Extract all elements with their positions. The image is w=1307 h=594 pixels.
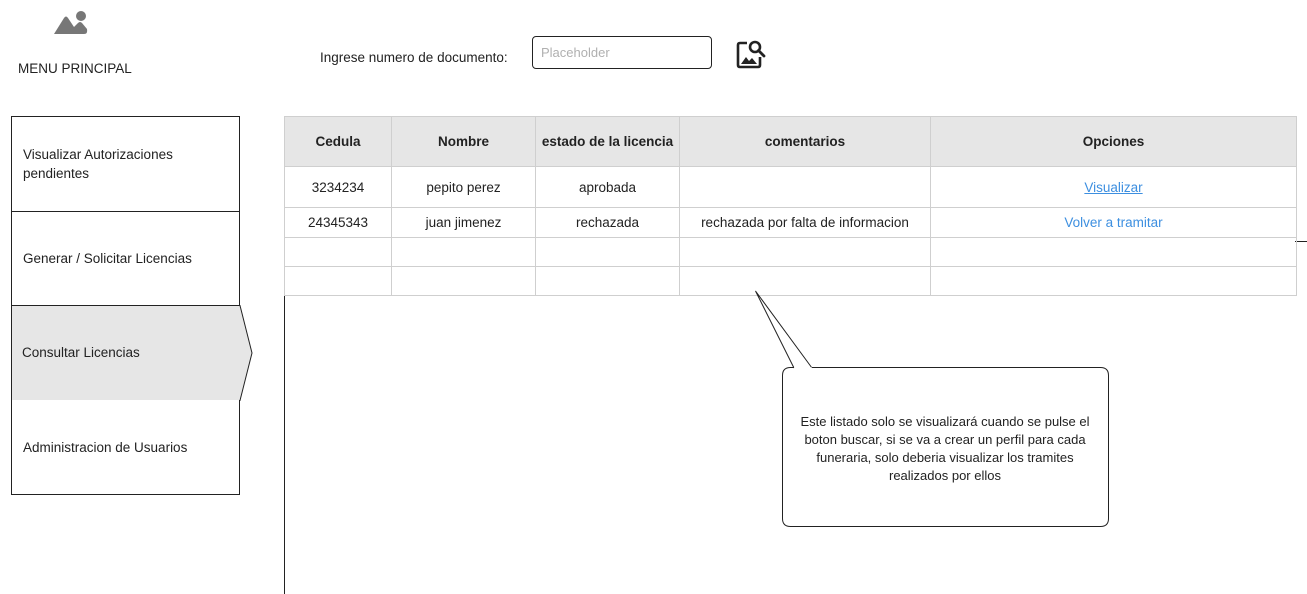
sidebar-item-label: Administracion de Usuarios bbox=[23, 439, 188, 455]
empty-cell bbox=[391, 266, 536, 296]
cell-cedula: 24345343 bbox=[284, 207, 392, 238]
sidebar-item-label: Generar / Solicitar Licencias bbox=[23, 251, 192, 266]
visualizar-link[interactable]: Visualizar bbox=[1084, 180, 1142, 195]
sidebar-item-consultar-licencias[interactable]: Consultar Licencias bbox=[11, 305, 240, 400]
empty-cell bbox=[535, 237, 680, 267]
callout-text: Este listado solo se visualizará cuando … bbox=[800, 414, 1090, 483]
cell-opciones: Visualizar bbox=[930, 166, 1297, 208]
cell-estado: rechazada bbox=[535, 207, 680, 238]
callout-bubble bbox=[755, 290, 1109, 527]
image-icon bbox=[54, 11, 88, 34]
empty-cell bbox=[930, 237, 1297, 267]
cell-opciones: Volver a tramitar bbox=[930, 207, 1297, 238]
column-header-comentarios: comentarios bbox=[679, 116, 931, 167]
search-label: Ingrese numero de documento: bbox=[320, 50, 508, 65]
column-header-estado: estado de la licencia bbox=[535, 116, 680, 167]
table-row: 24345343 juan jimenez rechazada rechazad… bbox=[284, 207, 1297, 238]
sidebar-item-autorizaciones[interactable]: Visualizar Autorizaciones pendientes bbox=[11, 116, 240, 211]
sidebar-item-generar-licencias[interactable]: Generar / Solicitar Licencias bbox=[11, 211, 240, 305]
column-header-cedula: Cedula bbox=[284, 116, 392, 167]
document-number-input[interactable] bbox=[532, 36, 712, 69]
sidebar-item-label: Consultar Licencias bbox=[22, 345, 140, 360]
cell-nombre: juan jimenez bbox=[391, 207, 536, 238]
volver-a-tramitar-link[interactable]: Volver a tramitar bbox=[1064, 215, 1162, 230]
column-header-opciones: Opciones bbox=[930, 116, 1297, 167]
empty-cell bbox=[284, 266, 392, 296]
empty-cell bbox=[679, 237, 931, 267]
empty-cell bbox=[535, 266, 680, 296]
cell-estado: aprobada bbox=[535, 166, 680, 208]
table-row: 3234234 pepito perez aprobada Visualizar bbox=[284, 166, 1297, 208]
table-row-empty bbox=[284, 237, 1297, 267]
empty-cell bbox=[284, 237, 392, 267]
cell-comentarios bbox=[679, 166, 931, 208]
menu-title: MENU PRINCIPAL bbox=[18, 61, 132, 76]
cell-comentarios: rechazada por falta de informacion bbox=[679, 207, 931, 238]
empty-cell bbox=[391, 237, 536, 267]
column-header-nombre: Nombre bbox=[391, 116, 536, 167]
cell-nombre: pepito perez bbox=[391, 166, 536, 208]
sidebar-item-administracion-usuarios[interactable]: Administracion de Usuarios bbox=[11, 400, 240, 495]
sidebar-item-label: Visualizar Autorizaciones pendientes bbox=[23, 147, 173, 181]
sidebar-menu: Visualizar Autorizaciones pendientes Gen… bbox=[11, 116, 253, 495]
image-search-icon[interactable] bbox=[736, 39, 766, 69]
licencias-table: Cedula Nombre estado de la licencia come… bbox=[284, 116, 1297, 296]
cell-cedula: 3234234 bbox=[284, 166, 392, 208]
table-header-row: Cedula Nombre estado de la licencia come… bbox=[284, 116, 1297, 167]
